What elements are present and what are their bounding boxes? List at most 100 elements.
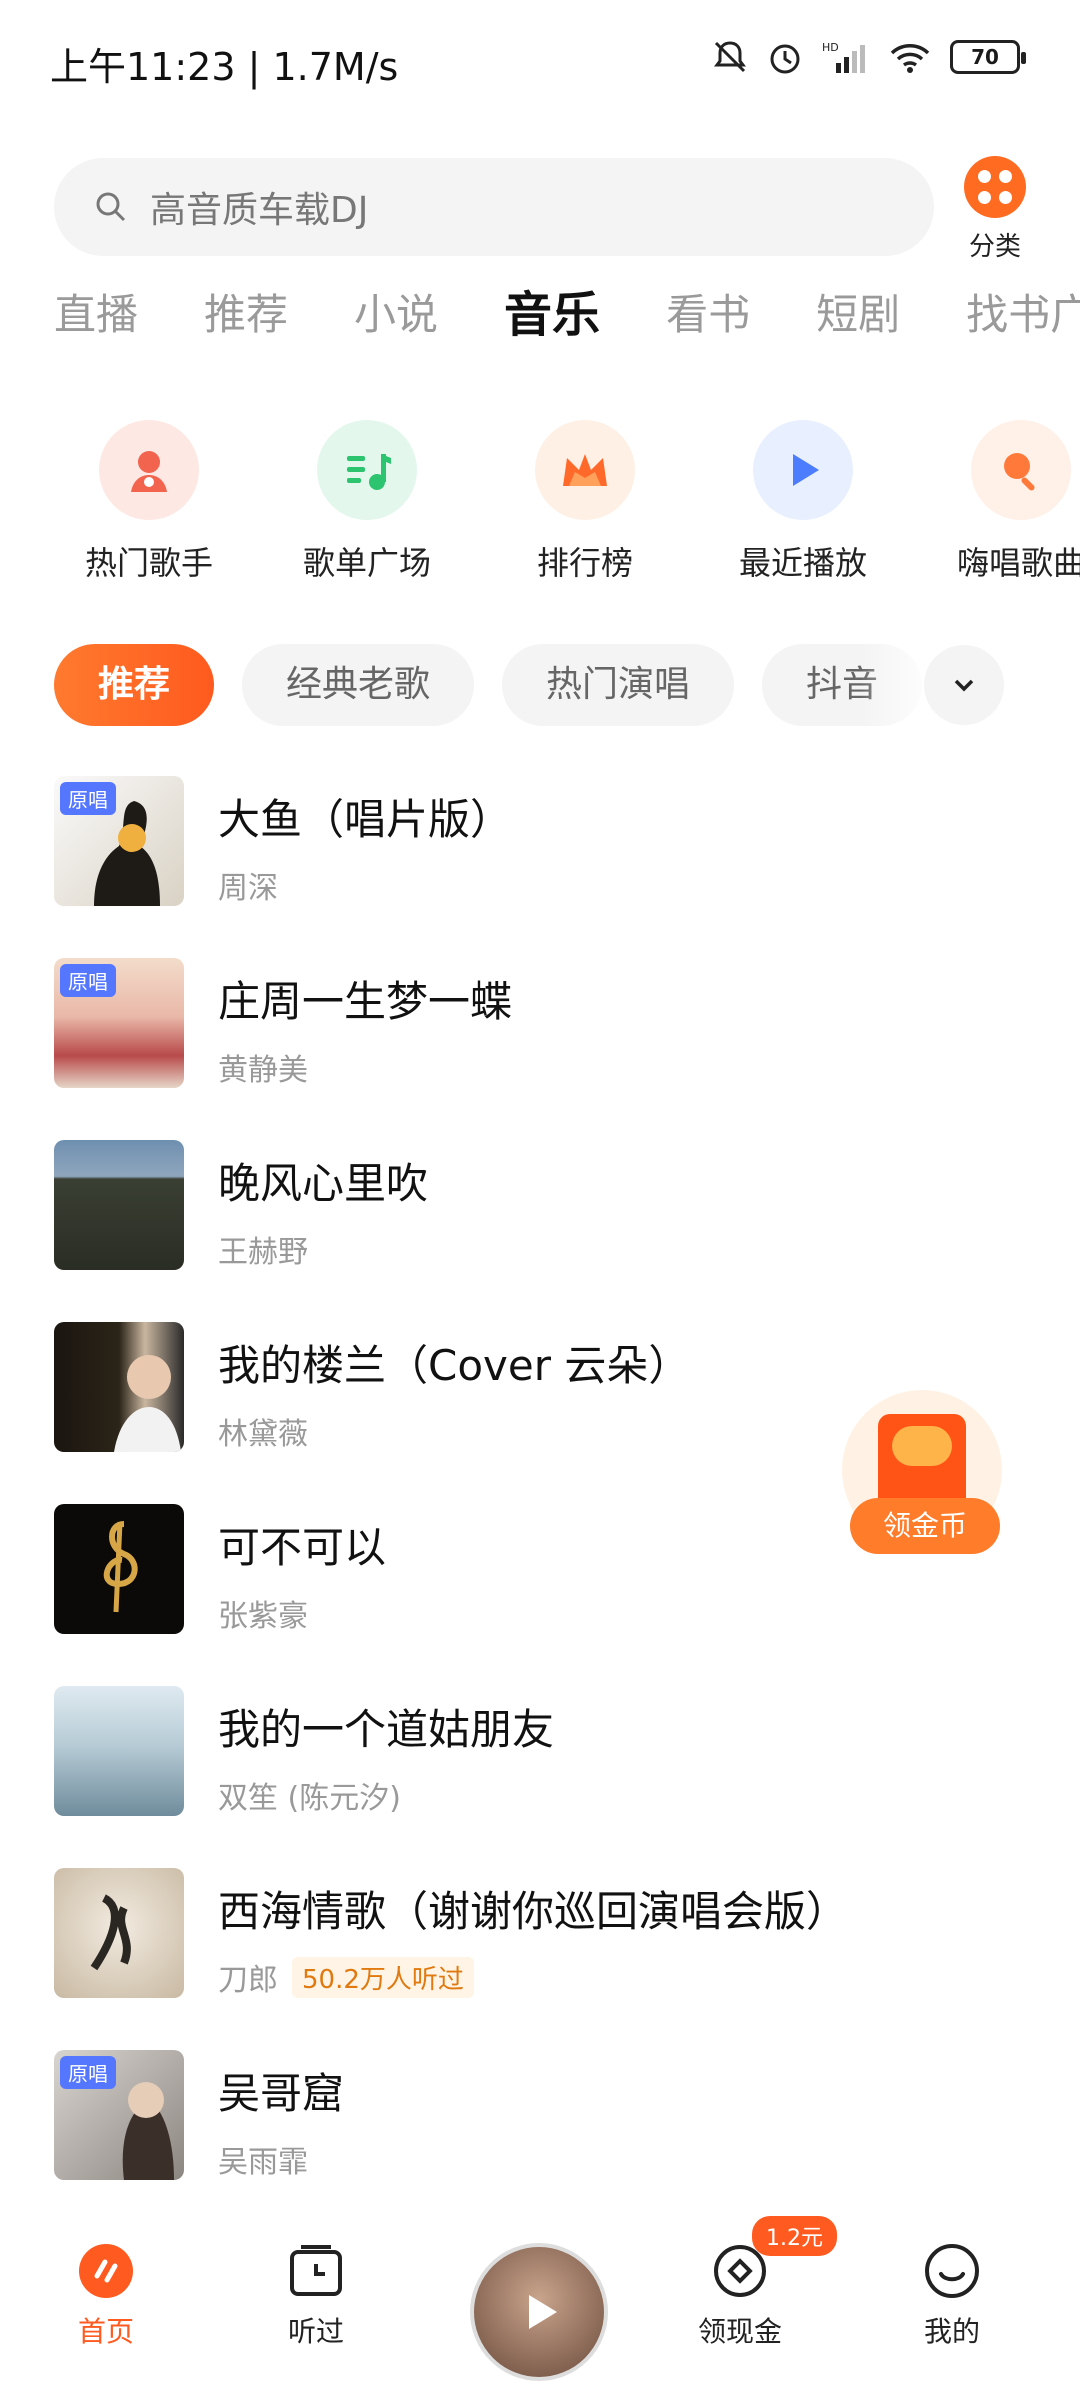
cash-badge: 1.2元 xyxy=(752,2216,837,2256)
singer-icon xyxy=(99,420,199,520)
battery-level: 70 xyxy=(971,45,999,69)
crown-icon xyxy=(535,420,635,520)
wifi-icon xyxy=(890,44,930,73)
chip-recommend[interactable]: 推荐 xyxy=(54,644,215,726)
claim-coins-label: 领金币 xyxy=(850,1498,1000,1554)
alarm-icon xyxy=(770,44,800,74)
song-cover: 原唱 xyxy=(54,2050,184,2180)
coin-icon xyxy=(892,1426,952,1466)
playlist-icon xyxy=(317,420,417,520)
quick-entry-hot-singers[interactable]: 热门歌手 xyxy=(40,420,258,584)
grid-icon xyxy=(964,156,1026,218)
song-meta: 我的一个道姑朋友 双笙 (陈元汐) xyxy=(218,1686,554,1817)
search-icon xyxy=(96,192,126,222)
play-icon xyxy=(753,420,853,520)
song-meta: 晚风心里吹 王赫野 xyxy=(218,1140,428,1271)
song-cover xyxy=(54,1868,184,1998)
nav-home[interactable]: 首页 xyxy=(46,2242,166,2350)
song-artist-row: 吴雨霏 xyxy=(218,2137,344,2181)
listen-count-badge: 50.2万人听过 xyxy=(292,1956,474,1998)
chip-expand-button[interactable] xyxy=(924,645,1004,725)
nav-cash[interactable]: 领现金 xyxy=(680,2242,800,2350)
play-icon xyxy=(529,2295,557,2329)
song-cover xyxy=(54,1322,184,1452)
song-artist-row: 张紫豪 xyxy=(218,1591,386,1635)
nav-history-label: 听过 xyxy=(287,2315,344,2348)
song-artist-row: 黄静美 xyxy=(218,1045,512,1089)
tab-book-plaza[interactable]: 找书广场 xyxy=(966,280,1080,370)
search-placeholder: 高音质车载DJ xyxy=(150,190,369,231)
original-tag: 原唱 xyxy=(60,2056,116,2089)
tab-read[interactable]: 看书 xyxy=(666,280,750,370)
song-title: 晚风心里吹 xyxy=(218,1159,429,1208)
song-artist: 刀郎 xyxy=(218,1963,278,1998)
song-artist: 双笙 (陈元汐) xyxy=(218,1781,401,1816)
category-button[interactable]: 分类 xyxy=(940,156,1050,263)
song-meta: 大鱼（唱片版） 周深 xyxy=(218,776,512,907)
song-title: 我的楼兰（Cover 云朵） xyxy=(218,1341,691,1390)
song-title: 庄周一生梦一蝶 xyxy=(218,977,513,1026)
now-playing-button[interactable] xyxy=(470,2243,608,2381)
claim-coins-button[interactable]: 领金币 xyxy=(842,1390,1002,1560)
quick-entry-row: 热门歌手 歌单广场 排行榜 最近播放 嗨唱歌曲 xyxy=(40,420,1080,584)
song-row[interactable]: 原唱 庄周一生梦一蝶 黄静美 xyxy=(54,958,1054,1140)
tab-live[interactable]: 直播 xyxy=(54,280,138,370)
nav-history[interactable]: 听过 xyxy=(256,2242,376,2350)
song-meta: 吴哥窟 吴雨霏 xyxy=(218,2050,344,2181)
tab-novel[interactable]: 小说 xyxy=(354,280,438,370)
nav-mine-label: 我的 xyxy=(923,2315,980,2348)
song-row[interactable]: 原唱 吴哥窟 吴雨霏 xyxy=(54,2050,1054,2232)
song-title: 大鱼（唱片版） xyxy=(218,795,513,844)
status-time: 上午11:23 | 1.7M/s xyxy=(50,45,399,89)
song-artist: 周深 xyxy=(218,871,278,906)
quick-entry-charts[interactable]: 排行榜 xyxy=(476,420,694,584)
history-icon xyxy=(287,2242,345,2300)
quick-entry-recent-played[interactable]: 最近播放 xyxy=(694,420,912,584)
song-artist: 王赫野 xyxy=(218,1235,308,1270)
quick-entry-label: 排行榜 xyxy=(536,544,633,582)
song-meta: 我的楼兰（Cover 云朵） 林黛薇 xyxy=(218,1322,690,1453)
quick-entry-sing-songs[interactable]: 嗨唱歌曲 xyxy=(912,420,1080,584)
quick-entry-label: 嗨唱歌曲 xyxy=(956,544,1080,582)
song-cover: 原唱 xyxy=(54,776,184,906)
nav-mine[interactable]: 我的 xyxy=(892,2242,1012,2350)
song-artist: 黄静美 xyxy=(218,1053,308,1088)
original-tag: 原唱 xyxy=(60,782,116,815)
quick-entry-playlist-plaza[interactable]: 歌单广场 xyxy=(258,420,476,584)
chip-classic-oldies[interactable]: 经典老歌 xyxy=(242,644,475,726)
top-tabs: 直播 推荐 小说 音乐 看书 短剧 找书广场 xyxy=(54,280,1080,370)
song-artist-row: 双笙 (陈元汐) xyxy=(218,1773,554,1817)
song-title: 吴哥窟 xyxy=(218,2069,345,2118)
song-meta: 西海情歌（谢谢你巡回演唱会版） 刀郎 50.2万人听过 xyxy=(218,1868,848,1999)
song-cover xyxy=(54,1686,184,1816)
song-title: 我的一个道姑朋友 xyxy=(218,1705,555,1754)
song-title: 西海情歌（谢谢你巡回演唱会版） xyxy=(218,1887,849,1936)
status-bar: 上午11:23 | 1.7M/s HD 70 xyxy=(0,0,1080,130)
tab-music[interactable]: 音乐 xyxy=(504,280,600,370)
song-artist: 吴雨霏 xyxy=(218,2145,308,2180)
song-row[interactable]: 西海情歌（谢谢你巡回演唱会版） 刀郎 50.2万人听过 xyxy=(54,1868,1054,2050)
profile-smile-icon xyxy=(923,2242,981,2300)
song-artist-row: 王赫野 xyxy=(218,1227,428,1271)
song-meta: 庄周一生梦一蝶 黄静美 xyxy=(218,958,512,1089)
chip-hot-performance[interactable]: 热门演唱 xyxy=(502,644,735,726)
chevron-down-icon xyxy=(954,679,974,692)
song-artist-row: 林黛薇 xyxy=(218,1409,690,1453)
song-row[interactable]: 我的一个道姑朋友 双笙 (陈元汐) xyxy=(54,1686,1054,1868)
song-artist-row: 周深 xyxy=(218,863,512,907)
song-row[interactable]: 原唱 大鱼（唱片版） 周深 xyxy=(54,776,1054,958)
song-artist: 林黛薇 xyxy=(218,1417,308,1452)
nav-cash-label: 领现金 xyxy=(697,2315,782,2348)
original-tag: 原唱 xyxy=(60,964,116,997)
mute-bell-icon xyxy=(714,41,746,73)
song-artist: 张紫豪 xyxy=(218,1599,308,1634)
home-icon xyxy=(77,2242,135,2300)
tab-recommend[interactable]: 推荐 xyxy=(204,280,288,370)
search-input[interactable]: 高音质车载DJ xyxy=(54,158,934,256)
song-cover xyxy=(54,1140,184,1270)
song-row[interactable]: 晚风心里吹 王赫野 xyxy=(54,1140,1054,1322)
tab-short-drama[interactable]: 短剧 xyxy=(816,280,900,370)
song-artist-row: 刀郎 50.2万人听过 xyxy=(218,1955,848,1999)
song-cover: 原唱 xyxy=(54,958,184,1088)
battery-icon: 70 xyxy=(950,40,1026,74)
